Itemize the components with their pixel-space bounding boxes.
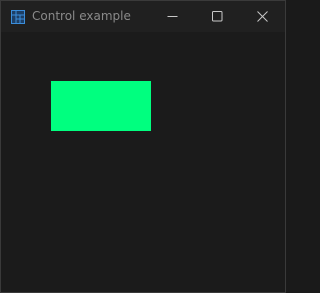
green-control[interactable] — [51, 81, 151, 131]
client-area — [1, 32, 285, 292]
maximize-button[interactable] — [194, 1, 240, 32]
app-window: Control example — [0, 0, 286, 293]
window-grid-icon — [11, 9, 25, 24]
window-title: Control example — [32, 9, 131, 23]
minimize-button[interactable] — [149, 1, 195, 32]
maximize-icon — [211, 11, 223, 22]
close-button[interactable] — [239, 1, 285, 32]
title-bar[interactable]: Control example — [1, 1, 285, 32]
minimize-icon — [167, 11, 178, 22]
close-icon — [256, 11, 268, 22]
